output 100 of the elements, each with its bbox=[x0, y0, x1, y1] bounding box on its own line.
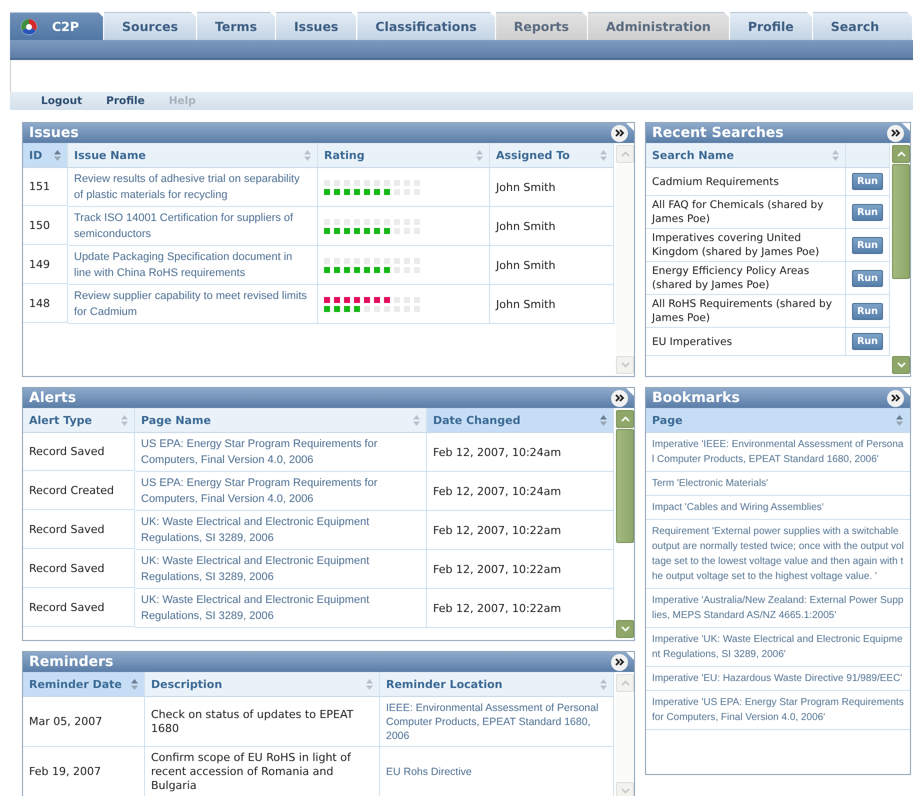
issue-link[interactable]: Review results of adhesive trial on separability of plastic materials for recycling bbox=[74, 171, 311, 203]
column-header[interactable]: Assigned To bbox=[490, 143, 614, 168]
nav-link[interactable]: Profile bbox=[95, 95, 158, 107]
table-cell-text: Imperatives covering United Kingdom (shared by James Poe) bbox=[652, 231, 820, 259]
bookmark-link[interactable]: Imperative 'Australia/New Zealand: External Power Supplies, MEPS Standard AS/NZ 4665.1:2005' bbox=[646, 589, 910, 628]
column-header[interactable]: Page Name bbox=[135, 408, 427, 433]
panel-title: Reminders bbox=[29, 654, 114, 670]
table-cell: Feb 12, 2007, 10:24am bbox=[433, 484, 562, 498]
table-cell: John Smith bbox=[496, 298, 556, 310]
location-link[interactable]: EU Rohs Directive bbox=[386, 764, 472, 778]
nav-tab[interactable]: Issues bbox=[276, 12, 358, 40]
bookmark-link[interactable]: Imperative 'US EPA: Energy Star Program Requirements for Computers, Final Version 4.0, 2006' bbox=[646, 691, 910, 730]
bookmark-link[interactable]: Imperative 'UK: Waste Electrical and Electronic Equipment Regulations, SI 3289, 2006' bbox=[646, 628, 910, 667]
nav-tab[interactable]: C2P bbox=[10, 12, 104, 40]
double-chevron-icon bbox=[614, 658, 624, 666]
nav-tab[interactable]: Classifications bbox=[357, 12, 496, 40]
issue-link[interactable]: Track ISO 14001 Certification for suppliers of semiconductors bbox=[74, 210, 311, 242]
panel-title: Bookmarks bbox=[652, 390, 740, 406]
page-link[interactable]: US EPA: Energy Star Program Requirements for Computers, Final Version 4.0, 2006 bbox=[141, 436, 420, 468]
double-chevron-icon bbox=[890, 129, 900, 137]
table-cell-text: Check on status of updates to EPEAT 1680 bbox=[151, 708, 354, 736]
scrollbar[interactable] bbox=[890, 143, 910, 376]
issue-link[interactable]: Update Packaging Specification document in line with China RoHS requirements bbox=[74, 249, 311, 281]
page-link[interactable]: US EPA: Energy Star Program Requirements for Computers, Final Version 4.0, 2006 bbox=[141, 475, 420, 507]
column-header[interactable]: Description bbox=[145, 672, 380, 697]
expand-button[interactable] bbox=[611, 124, 628, 142]
expand-button[interactable] bbox=[611, 654, 628, 670]
run-button[interactable]: Run bbox=[852, 204, 883, 220]
table-cell: Feb 12, 2007, 10:22am bbox=[433, 602, 562, 614]
sort-icon bbox=[304, 150, 311, 160]
run-button[interactable]: Run bbox=[852, 302, 883, 320]
panel-title: Issues bbox=[29, 125, 79, 141]
bookmark-link[interactable]: Impact 'Cables and Wiring Assemblies' bbox=[646, 496, 910, 520]
table-cell: Cadmium Requirements bbox=[652, 174, 779, 188]
table-cell: John Smith bbox=[496, 180, 556, 194]
table-cell: 150 bbox=[29, 219, 50, 232]
scroll-down-button[interactable] bbox=[616, 620, 634, 638]
chevron-down-icon bbox=[896, 362, 906, 368]
nav-tab[interactable]: Terms bbox=[197, 12, 276, 40]
table-cell: Record Saved bbox=[29, 445, 104, 458]
panel-title: Alerts bbox=[29, 390, 76, 406]
scrollbar[interactable] bbox=[614, 408, 634, 640]
page-link[interactable]: UK: Waste Electrical and Electronic Equipment Regulations, SI 3289, 2006 bbox=[141, 553, 420, 585]
table-cell: Record Saved bbox=[29, 562, 104, 575]
table-cell: 148 bbox=[29, 297, 50, 310]
double-chevron-icon bbox=[614, 129, 624, 137]
table-cell: Feb 19, 2007 bbox=[29, 765, 101, 778]
column-header[interactable]: Page bbox=[646, 408, 910, 433]
bookmark-link[interactable]: Imperative 'EU: Hazardous Waste Directive 91/989/EEC' bbox=[646, 667, 910, 691]
double-chevron-icon bbox=[890, 394, 900, 402]
run-button[interactable]: Run bbox=[852, 333, 883, 350]
table-cell: EU Imperatives bbox=[652, 334, 732, 348]
table-cell: Record Saved bbox=[29, 523, 104, 536]
sort-icon bbox=[413, 414, 420, 426]
expand-button[interactable] bbox=[887, 124, 904, 142]
nav-tab[interactable]: Search bbox=[812, 12, 913, 40]
issue-link[interactable]: Review supplier capability to meet revised limits for Cadmium bbox=[74, 288, 311, 320]
chevron-up-icon bbox=[896, 151, 906, 157]
nav-tab[interactable]: Profile bbox=[730, 12, 813, 40]
bookmark-link[interactable]: Imperative 'IEEE: Environmental Assessment of Personal Computer Products, EPEAT Standard 1680, 2006' bbox=[646, 433, 910, 472]
run-button[interactable]: Run bbox=[852, 270, 883, 286]
table-cell: John Smith bbox=[496, 220, 556, 232]
column-header[interactable]: Reminder Date bbox=[23, 672, 145, 697]
chevron-up-icon bbox=[620, 680, 630, 686]
sort-icon bbox=[54, 150, 61, 160]
chevron-up-icon bbox=[620, 416, 630, 422]
table-cell: Mar 05, 2007 bbox=[29, 715, 102, 728]
sort-icon bbox=[832, 150, 839, 160]
table-cell: Record Saved bbox=[29, 601, 104, 614]
page-link[interactable]: UK: Waste Electrical and Electronic Equipment Regulations, SI 3289, 2006 bbox=[141, 592, 420, 624]
table-cell-text: Confirm scope of EU RoHS in light of recent accession of Romania and Bulgaria bbox=[151, 750, 352, 792]
run-button[interactable]: Run bbox=[852, 173, 883, 190]
column-header[interactable]: Date Changed bbox=[427, 408, 614, 433]
expand-button[interactable] bbox=[887, 390, 904, 406]
scroll-thumb[interactable] bbox=[892, 164, 910, 279]
column-header[interactable]: Reminder Location bbox=[380, 672, 614, 697]
table-cell: John Smith bbox=[496, 258, 556, 272]
nav-tab[interactable]: Sources bbox=[104, 12, 198, 40]
sort-icon bbox=[896, 414, 903, 426]
sort-icon bbox=[476, 150, 483, 160]
chevron-down-icon bbox=[620, 362, 630, 368]
chevron-down-icon bbox=[620, 788, 630, 794]
column-header[interactable]: Alert Type bbox=[23, 408, 135, 433]
logo-icon bbox=[20, 18, 38, 36]
scroll-down-button[interactable] bbox=[892, 356, 910, 374]
table-cell-text: All FAQ for Chemicals (shared by James Poe) bbox=[652, 198, 824, 226]
expand-button[interactable] bbox=[611, 390, 628, 406]
bookmark-link[interactable]: Term 'Electronic Materials' bbox=[646, 472, 910, 496]
scroll-thumb[interactable] bbox=[616, 429, 634, 543]
nav-link[interactable]: Logout bbox=[30, 95, 96, 107]
table-cell: Feb 12, 2007, 10:24am bbox=[433, 446, 562, 458]
run-button[interactable]: Run bbox=[852, 236, 883, 254]
column-header[interactable]: Rating bbox=[318, 143, 490, 168]
page-link[interactable]: UK: Waste Electrical and Electronic Equipment Regulations, SI 3289, 2006 bbox=[141, 514, 420, 546]
column-header[interactable]: ID bbox=[23, 143, 68, 168]
table-cell: Feb 12, 2007, 10:22am bbox=[433, 524, 562, 536]
bookmark-link[interactable]: Requirement 'External power supplies with a switchable output are normally tested twice; once with the output voltage set to the lowest voltage value and then again with the output voltage set to the highest voltage value. ' bbox=[646, 520, 910, 589]
location-link[interactable]: IEEE: Environmental Assessment of Personal Computer Products, EPEAT Standard 1680, 2006 bbox=[386, 700, 607, 742]
column-header[interactable]: Search Name bbox=[646, 143, 846, 168]
column-header[interactable]: Issue Name bbox=[68, 143, 318, 168]
